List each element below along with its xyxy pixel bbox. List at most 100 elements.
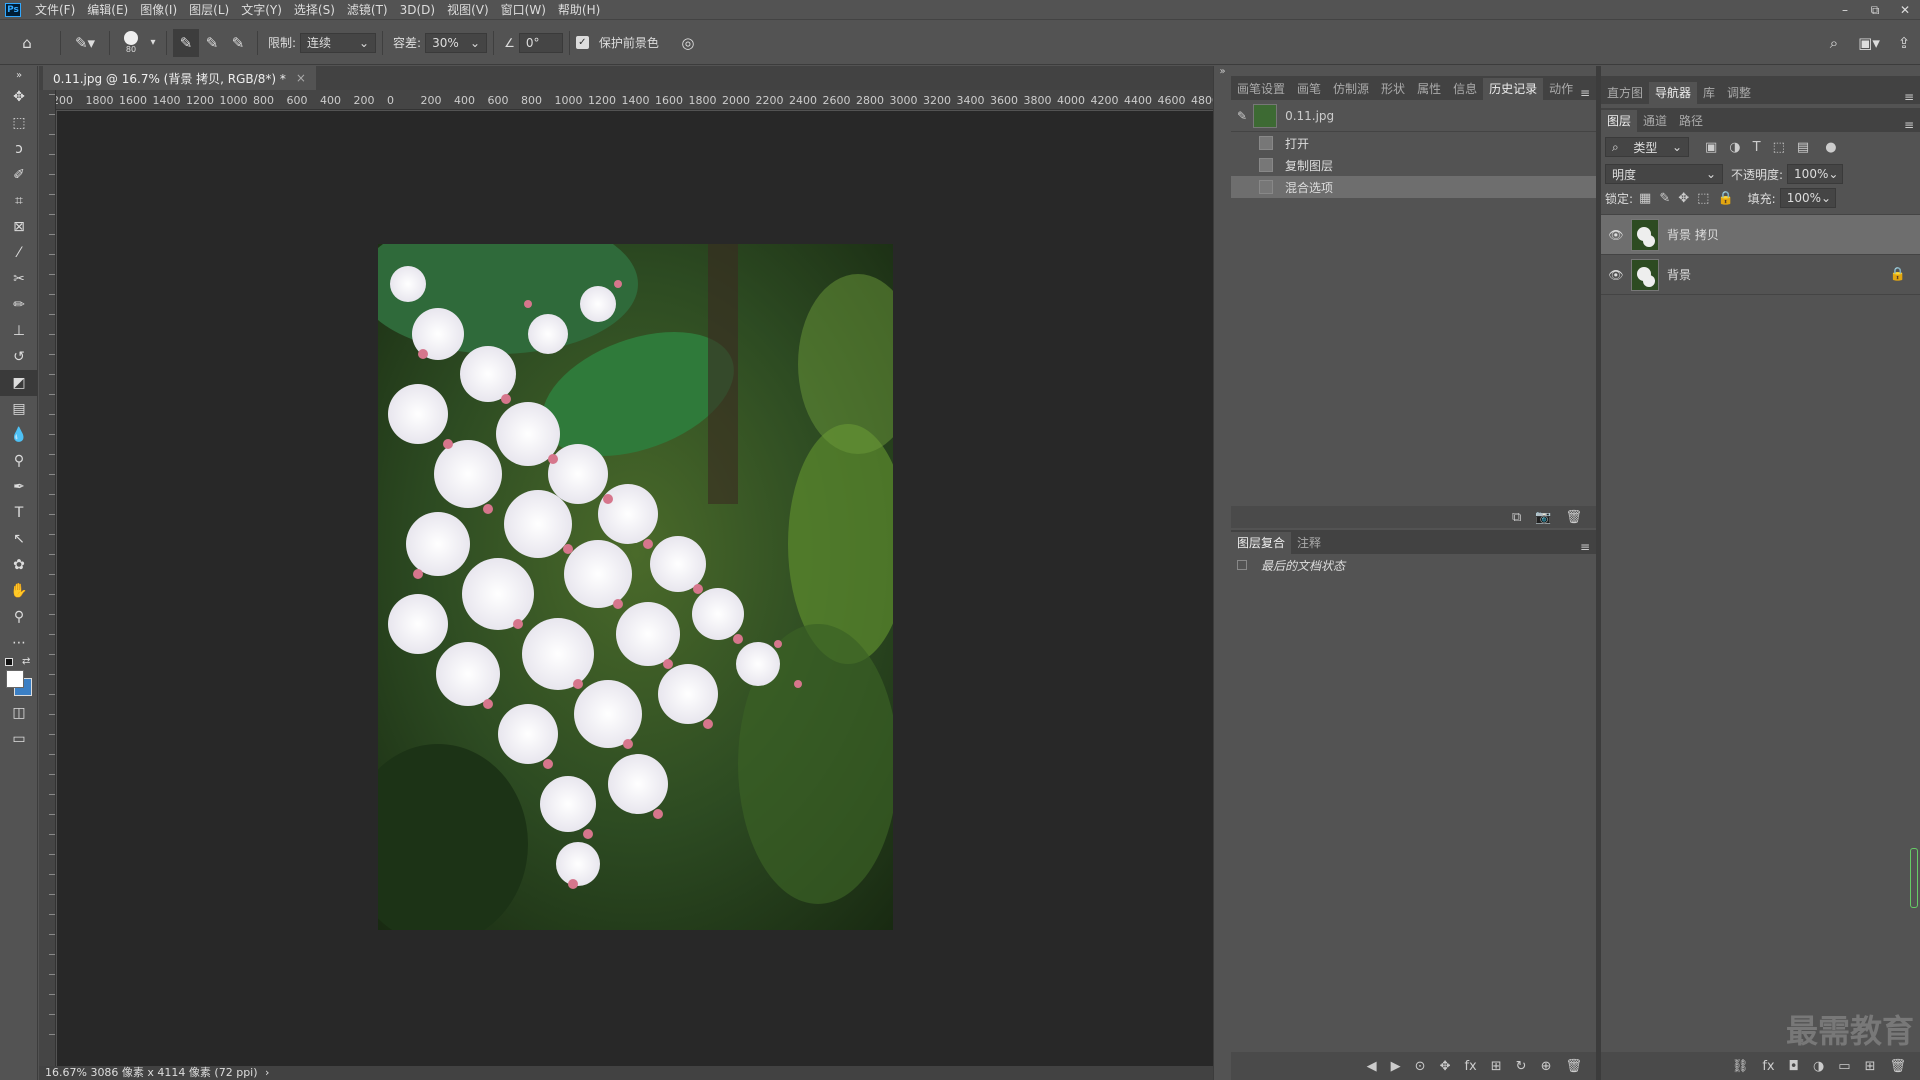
filter-toggle-icon[interactable]: ● xyxy=(1825,140,1836,155)
tab-clone-source[interactable]: 仿制源 xyxy=(1327,78,1375,100)
new-layer-icon[interactable]: ⊞ xyxy=(1865,1059,1876,1074)
chevron-down-icon[interactable]: ▾ xyxy=(146,29,160,57)
panel-menu-icon[interactable]: ≡ xyxy=(1904,118,1914,132)
history-item[interactable]: 打开 xyxy=(1231,132,1596,154)
panel-menu-icon[interactable]: ≡ xyxy=(1580,86,1590,100)
layer-row[interactable]: 👁 背景 拷贝 xyxy=(1601,215,1920,255)
camera-icon[interactable]: 📷 xyxy=(1535,510,1551,525)
screen-mode-icon[interactable]: ▭ xyxy=(0,726,38,752)
comp-apply-icon[interactable] xyxy=(1237,560,1247,570)
menu-view[interactable]: 视图(V) xyxy=(441,0,495,20)
tab-brush[interactable]: 画笔 xyxy=(1291,78,1327,100)
visibility-eye-icon[interactable]: 👁 xyxy=(1607,228,1625,242)
trash-icon[interactable]: 🗑 xyxy=(1889,1059,1906,1074)
next-comp-icon[interactable]: ▶ xyxy=(1391,1059,1401,1074)
close-window-button[interactable]: ✕ xyxy=(1890,0,1920,20)
collapse-panels-icon[interactable]: » xyxy=(1214,66,1231,77)
frame-tool-icon[interactable]: ⊠ xyxy=(0,214,38,240)
dodge-tool-icon[interactable]: ⚲ xyxy=(0,448,38,474)
lock-image-icon[interactable]: ✎ xyxy=(1659,191,1670,206)
lock-position-icon[interactable]: ✥ xyxy=(1678,191,1689,206)
link-layers-icon[interactable]: ⛓ xyxy=(1732,1059,1749,1074)
new-document-from-state-icon[interactable]: ⧉ xyxy=(1512,510,1521,525)
lock-artboard-icon[interactable]: ⬚ xyxy=(1697,191,1709,206)
menu-3d[interactable]: 3D(D) xyxy=(394,0,441,20)
tab-channels[interactable]: 通道 xyxy=(1637,110,1673,132)
document-tab[interactable]: 0.11.jpg @ 16.7% (背景 拷贝, RGB/8*) * × xyxy=(43,66,316,90)
restore-button[interactable]: ⧉ xyxy=(1860,0,1890,20)
pressure-size-icon[interactable]: ◎ xyxy=(673,29,703,57)
lock-transparent-icon[interactable]: ▦ xyxy=(1639,191,1651,206)
position-comp-icon[interactable]: ✥ xyxy=(1440,1059,1451,1074)
menu-image[interactable]: 图像(I) xyxy=(134,0,183,20)
history-brush-source-icon[interactable]: ✎ xyxy=(1237,109,1247,123)
sampling-background-icon[interactable]: ✎ xyxy=(225,29,251,57)
new-group-icon[interactable]: ▭ xyxy=(1838,1059,1850,1074)
quick-mask-icon[interactable]: ◫ xyxy=(0,700,38,726)
marquee-tool-icon[interactable]: ⬚ xyxy=(0,110,38,136)
eyedropper-tool-icon[interactable]: ⁄ xyxy=(0,240,38,266)
menu-file[interactable]: 文件(F) xyxy=(29,0,81,20)
status-menu-arrow[interactable]: › xyxy=(265,1066,269,1079)
collapse-toolbar-icon[interactable]: » xyxy=(0,66,38,84)
clone-stamp-tool-icon[interactable]: ⊥ xyxy=(0,318,38,344)
swap-colors-icon[interactable]: ⇄ xyxy=(22,656,30,667)
crop-tool-icon[interactable]: ⌗ xyxy=(0,188,38,214)
tolerance-input[interactable]: 30% ⌄ xyxy=(425,32,488,53)
filter-smart-object-icon[interactable]: ▤ xyxy=(1797,140,1809,155)
minimize-button[interactable]: – xyxy=(1830,0,1860,20)
lasso-tool-icon[interactable]: ↄ xyxy=(0,136,38,162)
tab-histogram[interactable]: 直方图 xyxy=(1601,82,1649,104)
tab-actions[interactable]: 动作 xyxy=(1543,78,1579,100)
tool-preset-icon[interactable]: ✎▾ xyxy=(67,29,103,57)
menu-type[interactable]: 文字(Y) xyxy=(235,0,288,20)
blur-tool-icon[interactable]: 💧 xyxy=(0,422,38,448)
tab-layers[interactable]: 图层 xyxy=(1601,110,1638,132)
gradient-tool-icon[interactable]: ▤ xyxy=(0,396,38,422)
shape-tool-icon[interactable]: ✿ xyxy=(0,552,38,578)
close-tab-icon[interactable]: × xyxy=(296,71,306,85)
menu-filter[interactable]: 滤镜(T) xyxy=(341,0,394,20)
visibility-comp-icon[interactable]: ⊙ xyxy=(1415,1059,1426,1074)
opacity-input[interactable]: 100% ⌄ xyxy=(1787,164,1844,184)
adjustment-layer-icon[interactable]: ◑ xyxy=(1813,1059,1824,1074)
scroll-indicator[interactable] xyxy=(1910,848,1918,908)
tab-navigator[interactable]: 导航器 xyxy=(1649,82,1698,104)
history-snapshot[interactable]: ✎ 0.11.jpg xyxy=(1231,100,1596,132)
selection-comp-icon[interactable]: ⊞ xyxy=(1491,1059,1502,1074)
blend-mode-select[interactable]: 明度 ⌄ xyxy=(1605,164,1723,184)
workspace-icon[interactable]: ▣▾ xyxy=(1854,29,1884,57)
background-eraser-tool-icon[interactable]: ◩ xyxy=(0,370,38,396)
tab-brush-settings[interactable]: 画笔设置 xyxy=(1231,78,1291,100)
tab-adjustments[interactable]: 调整 xyxy=(1721,82,1757,104)
zoom-tool-icon[interactable]: ⚲ xyxy=(0,604,38,630)
fill-input[interactable]: 100% ⌄ xyxy=(1779,188,1836,208)
tab-paths[interactable]: 路径 xyxy=(1673,110,1709,132)
menu-select[interactable]: 选择(S) xyxy=(288,0,341,20)
path-select-tool-icon[interactable]: ↖ xyxy=(0,526,38,552)
history-brush-tool-icon[interactable]: ↺ xyxy=(0,344,38,370)
filter-pixel-icon[interactable]: ▣ xyxy=(1705,140,1717,155)
filter-shape-icon[interactable]: ⬚ xyxy=(1773,140,1785,155)
layer-comp-item[interactable]: 最后的文档状态 xyxy=(1231,554,1596,576)
search-icon[interactable]: ⌕ xyxy=(1824,29,1844,57)
add-mask-icon[interactable]: ◘ xyxy=(1789,1059,1799,1074)
pen-tool-icon[interactable]: ✒ xyxy=(0,474,38,500)
trash-icon[interactable]: 🗑 xyxy=(1565,1059,1582,1074)
brush-size-picker[interactable]: 80 xyxy=(116,31,146,54)
protect-foreground-checkbox[interactable]: ✓ xyxy=(575,36,589,49)
menu-window[interactable]: 窗口(W) xyxy=(495,0,552,20)
visibility-eye-icon[interactable]: 👁 xyxy=(1607,268,1625,282)
tab-layer-comps[interactable]: 图层复合 xyxy=(1231,532,1292,554)
hand-tool-icon[interactable]: ✋ xyxy=(0,578,38,604)
trash-icon[interactable]: 🗑 xyxy=(1565,510,1582,525)
move-tool-icon[interactable]: ✥ xyxy=(0,84,38,110)
new-comp-icon[interactable]: ⊕ xyxy=(1541,1059,1552,1074)
layer-row[interactable]: 👁 背景 🔒 xyxy=(1601,255,1920,295)
color-swatches[interactable]: ⇄ xyxy=(0,656,37,700)
tab-properties[interactable]: 属性 xyxy=(1411,78,1447,100)
menu-edit[interactable]: 编辑(E) xyxy=(81,0,134,20)
brush-tool-icon[interactable]: ✏ xyxy=(0,292,38,318)
foreground-color-swatch[interactable] xyxy=(6,670,24,688)
home-icon[interactable]: ⌂ xyxy=(0,29,54,57)
